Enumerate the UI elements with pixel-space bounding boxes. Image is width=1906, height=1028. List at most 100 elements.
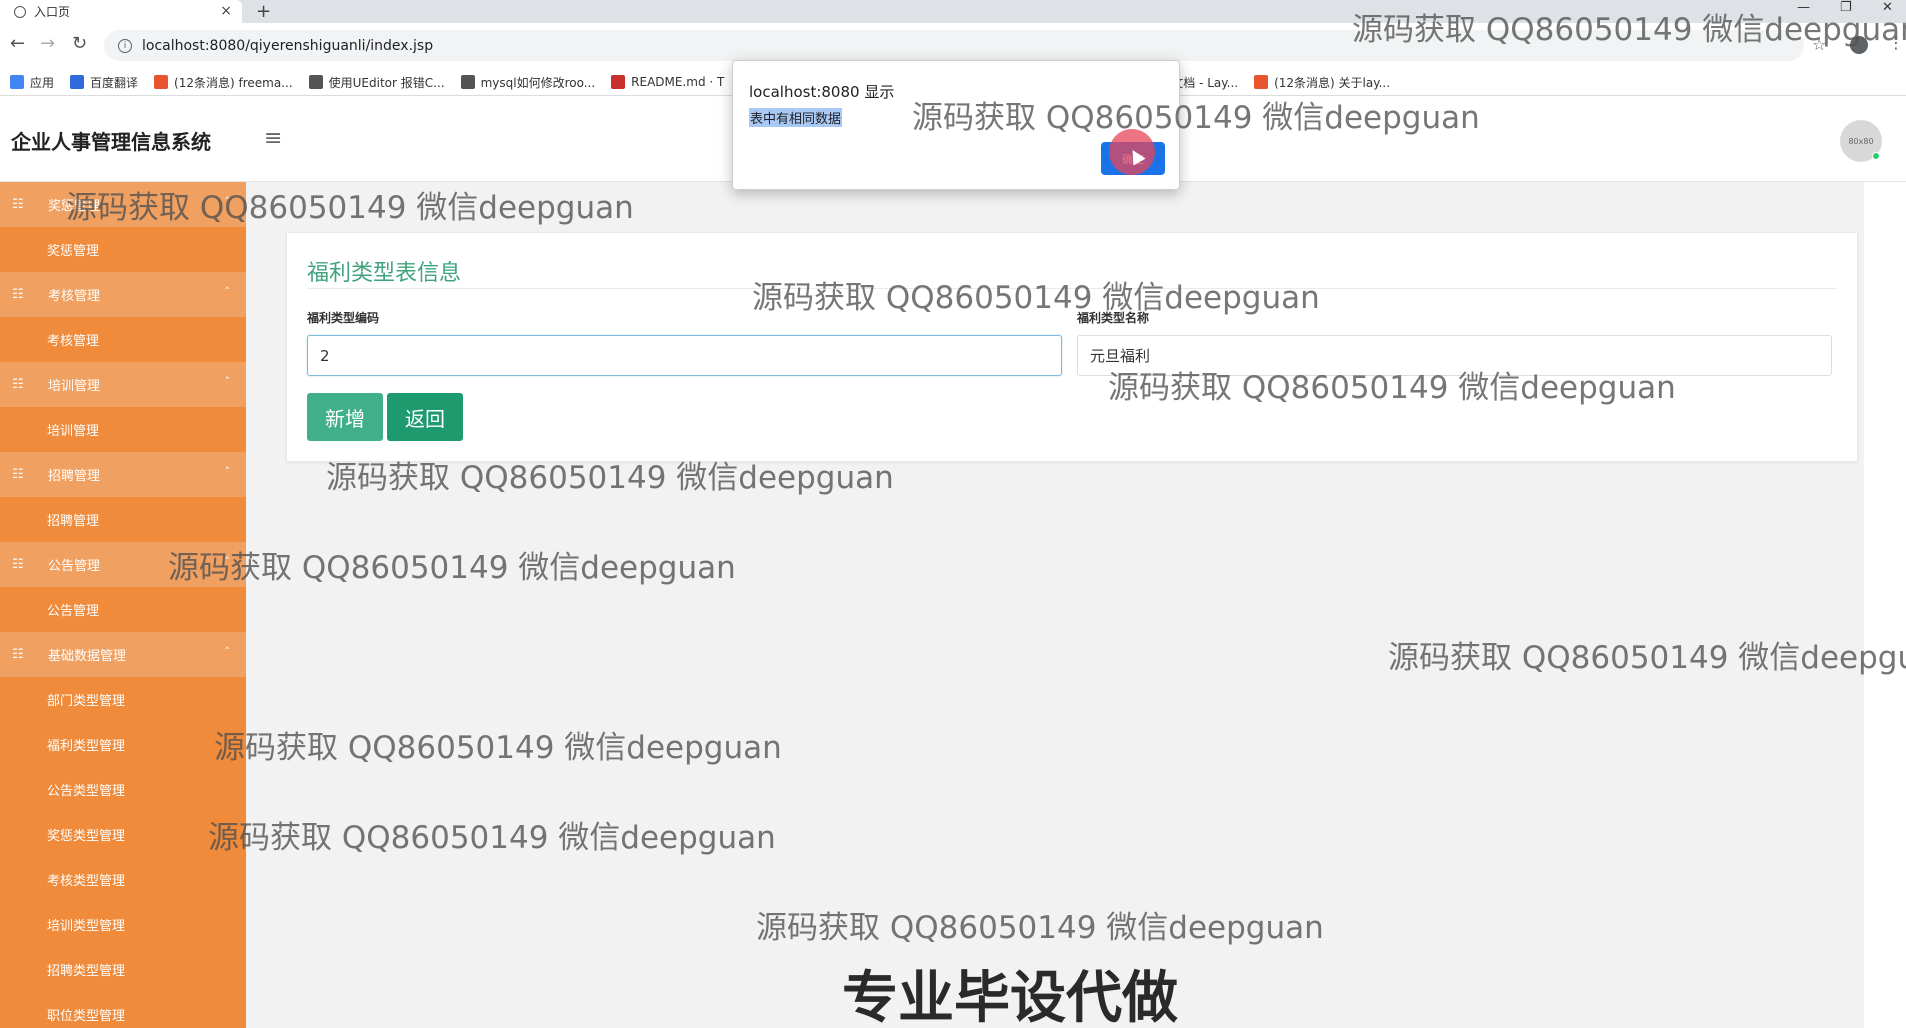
watermark: 源码获取 QQ86050149 微信deepguan: [1352, 12, 1906, 48]
avatar[interactable]: 80x80: [1840, 120, 1882, 162]
code-input[interactable]: 2: [307, 335, 1062, 376]
code-input-value: 2: [320, 346, 330, 365]
sidebar-item-label: 招聘管理: [47, 514, 100, 529]
online-status-dot: [1872, 152, 1880, 160]
sidebar-group[interactable]: ☷ ˄ 招聘管理: [0, 452, 246, 497]
sidebar-item[interactable]: 部门类型管理: [0, 677, 246, 722]
browser-tab[interactable]: 入口页 ×: [0, 0, 242, 23]
add-button[interactable]: 新增: [307, 393, 383, 441]
bookmark-favicon-icon: [1254, 75, 1269, 89]
watermark: 源码获取 QQ86050149 微信deepguan: [214, 730, 782, 766]
sidebar-item-label: 考核类型管理: [47, 874, 126, 889]
app-title: 企业人事管理信息系统: [11, 130, 211, 154]
watermark: 源码获取 QQ86050149 微信deepguan: [756, 910, 1324, 946]
sidebar-item-label: 考核管理: [47, 334, 100, 349]
sidebar-item[interactable]: 培训类型管理: [0, 902, 246, 947]
sidebar-item[interactable]: 招聘类型管理: [0, 947, 246, 992]
chevron-up-icon: ˄: [224, 465, 231, 478]
hamburger-menu-icon[interactable]: ≡: [264, 126, 282, 151]
chevron-up-icon: ˄: [224, 645, 231, 658]
sidebar-item[interactable]: 奖惩管理: [0, 227, 246, 272]
watermark: 源码获取 QQ86050149 微信deepguan: [752, 280, 1320, 316]
bookmark-label: 应用: [30, 75, 55, 90]
sidebar-item-label: 培训管理: [47, 424, 100, 439]
sidebar-item[interactable]: 考核类型管理: [0, 857, 246, 902]
new-tab-icon[interactable]: +: [256, 1, 271, 22]
bookmark-item[interactable]: (12条消息) 关于lay...: [1254, 74, 1390, 91]
sidebar-item[interactable]: 招聘管理: [0, 497, 246, 542]
grid-icon: ☷: [12, 377, 24, 392]
grid-icon: ☷: [12, 467, 24, 482]
bookmark-label: (12条消息) 关于lay...: [1274, 75, 1391, 90]
bookmark-item[interactable]: 使用UEditor 报错C...: [308, 74, 445, 91]
bookmark-favicon-icon: [460, 75, 475, 89]
bookmark-label: mysql如何修改roo...: [480, 75, 596, 90]
bookmark-favicon-icon: [10, 75, 24, 89]
grid-icon: ☷: [12, 197, 24, 212]
sidebar-group[interactable]: ☷ ˄ 考核管理: [0, 272, 246, 317]
bookmark-favicon-icon: [611, 75, 626, 89]
watermark: 源码获取 QQ86050149 微信deepguan: [1108, 370, 1676, 406]
sidebar-item[interactable]: 公告管理: [0, 587, 246, 632]
bookmark-favicon-icon: [308, 75, 323, 89]
sidebar-item-label: 培训管理: [48, 379, 101, 394]
bookmark-label: (12条消息) freema...: [174, 75, 293, 90]
sidebar-item-label: 奖惩管理: [47, 244, 100, 259]
sidebar-item-label: 职位类型管理: [47, 1009, 126, 1024]
sidebar-item-label: 培训类型管理: [47, 919, 126, 934]
watermark: 源码获取 QQ86050149 微信deepguan: [1388, 640, 1906, 676]
bookmark-favicon-icon: [70, 75, 85, 89]
sidebar-item-label: 基础数据管理: [48, 649, 127, 664]
back-arrow-icon[interactable]: ←: [10, 33, 25, 54]
forward-arrow-icon[interactable]: →: [40, 33, 55, 54]
bookmark-favicon-icon: [154, 75, 169, 89]
grid-icon: ☷: [12, 647, 24, 662]
content-right-edge: [1864, 182, 1906, 1028]
back-button[interactable]: 返回: [387, 393, 463, 441]
info-icon[interactable]: i: [118, 38, 132, 53]
sidebar-item[interactable]: 职位类型管理: [0, 992, 246, 1028]
sidebar-group[interactable]: ☷ ˄ 基础数据管理: [0, 632, 246, 677]
url-text: localhost:8080/qiyerenshiguanli/index.js…: [142, 37, 434, 54]
tab-title: 入口页: [34, 5, 71, 19]
sidebar-group[interactable]: ☷ ˄ 培训管理: [0, 362, 246, 407]
watermark: 源码获取 QQ86050149 微信deepguan: [66, 190, 634, 226]
sidebar-item[interactable]: 考核管理: [0, 317, 246, 362]
watermark: 源码获取 QQ86050149 微信deepguan: [912, 100, 1480, 136]
sidebar-item-label: 招聘类型管理: [47, 964, 126, 979]
sidebar-item-label: 考核管理: [48, 289, 101, 304]
watermark: 源码获取 QQ86050149 微信deepguan: [208, 820, 776, 856]
bookmark-item[interactable]: mysql如何修改roo...: [460, 74, 596, 91]
bookmark-label: 百度翻译: [90, 75, 139, 90]
sidebar-item-label: 公告类型管理: [47, 784, 126, 799]
watermark: 源码获取 QQ86050149 微信deepguan: [168, 550, 736, 586]
banner-text: 专业毕设代做: [842, 966, 1178, 1028]
code-label: 福利类型编码: [307, 311, 380, 325]
sidebar-item[interactable]: 培训管理: [0, 407, 246, 452]
chevron-up-icon: ˄: [224, 285, 231, 298]
sidebar-item-label: 公告管理: [48, 559, 101, 574]
bookmark-label: README.md · T: [631, 75, 725, 89]
grid-icon: ☷: [12, 557, 24, 572]
bookmark-item[interactable]: 百度翻译: [70, 74, 138, 91]
sidebar-item-label: 部门类型管理: [47, 694, 126, 709]
dialog-message: 表中有相同数据: [749, 108, 843, 127]
sidebar-item[interactable]: 福利类型管理: [0, 722, 246, 767]
bookmark-item[interactable]: 应用: [10, 74, 54, 91]
tab-close-icon[interactable]: ×: [220, 3, 232, 19]
dialog-title: localhost:8080 显示: [749, 83, 895, 101]
sidebar-item-label: 奖惩类型管理: [47, 829, 126, 844]
sidebar-item-label: 招聘管理: [48, 469, 101, 484]
form-title: 福利类型表信息: [307, 261, 462, 286]
grid-icon: ☷: [12, 287, 24, 302]
bookmark-item[interactable]: (12条消息) freema...: [154, 74, 293, 91]
reload-icon[interactable]: ↻: [72, 33, 87, 54]
sidebar-item-label: 公告管理: [47, 604, 100, 619]
chevron-up-icon: ˄: [224, 375, 231, 388]
sidebar-item[interactable]: 公告类型管理: [0, 767, 246, 812]
sidebar: ☷ ˄ 奖惩管理 奖惩管理 ☷ ˄ 考核管理 考核管理 ☷ ˄ 培训管理 培训管理 ☷ ˄ 招聘管理 招聘管理…: [0, 182, 246, 1028]
bookmark-label: 使用UEditor 报错C...: [328, 75, 445, 90]
avatar-text: 80x80: [1848, 136, 1874, 146]
bookmark-item[interactable]: README.md · T: [611, 75, 724, 89]
form-card: 福利类型表信息 福利类型编码 2 福利类型名称 元旦福利 新增 返回: [286, 232, 1858, 462]
